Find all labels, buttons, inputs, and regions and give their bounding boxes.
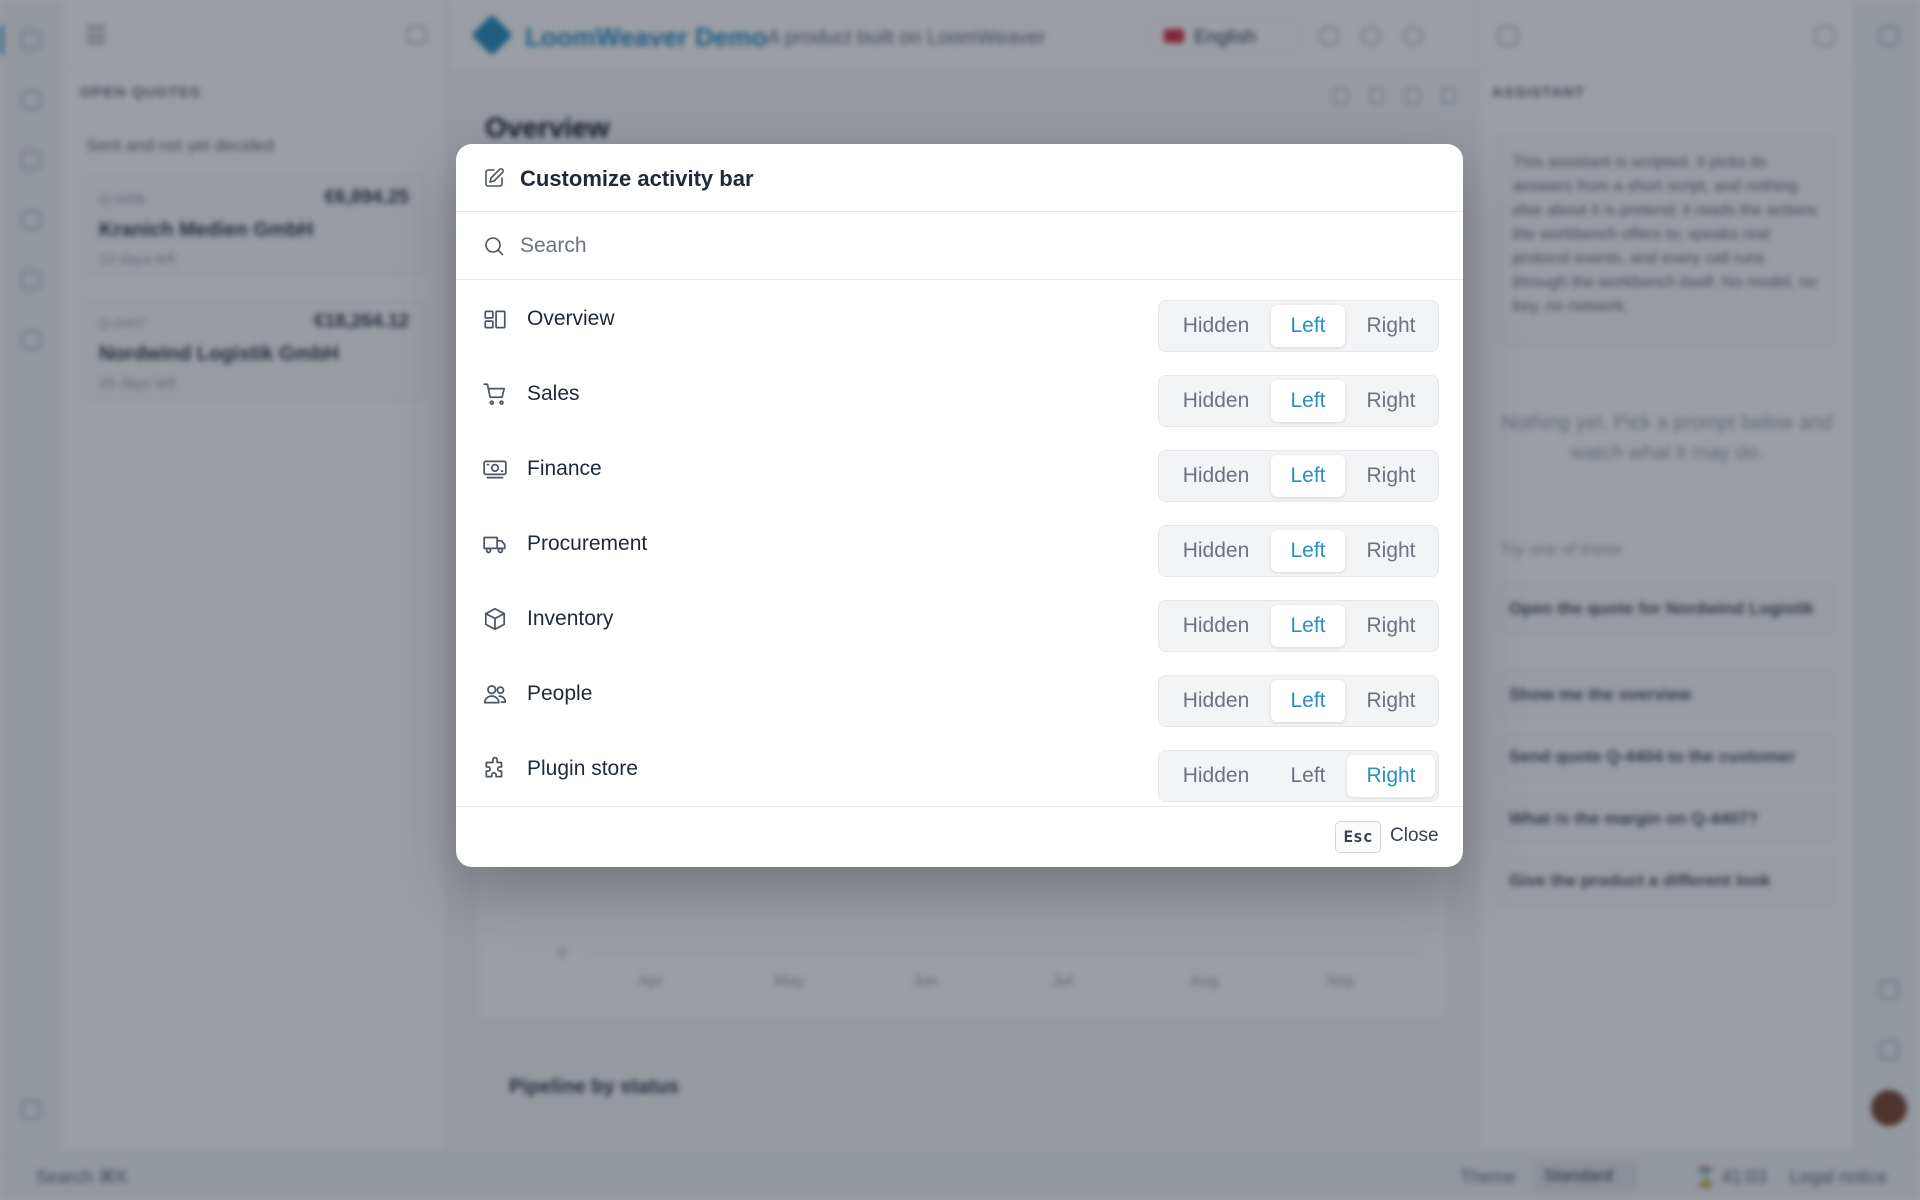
placement-toggle: Hidden Left Right xyxy=(1158,750,1439,802)
option-right[interactable]: Right xyxy=(1347,455,1435,497)
activity-item-overview: Overview Hidden Left Right xyxy=(456,281,1463,356)
placement-toggle: Hidden Left Right xyxy=(1158,525,1439,577)
dialog-title: Customize activity bar xyxy=(520,166,754,191)
search-input[interactable] xyxy=(520,226,1420,266)
activity-item-procurement: Procurement Hidden Left Right xyxy=(456,506,1463,581)
activity-item-finance: Finance Hidden Left Right xyxy=(456,431,1463,506)
option-left[interactable]: Left xyxy=(1271,680,1345,722)
dialog-footer: Esc Close xyxy=(456,806,1463,867)
puzzle-icon xyxy=(482,756,508,782)
banknote-icon xyxy=(482,456,508,482)
activity-item-sales: Sales Hidden Left Right xyxy=(456,356,1463,431)
placement-toggle: Hidden Left Right xyxy=(1158,600,1439,652)
edit-icon xyxy=(482,166,506,190)
activity-item-label: Procurement xyxy=(527,532,648,555)
option-left[interactable]: Left xyxy=(1271,380,1345,422)
shopping-cart-icon xyxy=(482,381,508,407)
option-left[interactable]: Left xyxy=(1271,530,1345,572)
activity-item-list: Overview Hidden Left Right Sales Hidden … xyxy=(456,281,1463,806)
placement-toggle: Hidden Left Right xyxy=(1158,675,1439,727)
activity-item-plugin-store: Plugin store Hidden Left Right xyxy=(456,731,1463,806)
activity-item-label: Sales xyxy=(527,382,580,405)
activity-item-label: Finance xyxy=(527,457,602,480)
activity-item-label: Overview xyxy=(527,307,615,330)
option-left[interactable]: Left xyxy=(1271,605,1345,647)
customize-activity-bar-dialog: Customize activity bar Overview Hidden L… xyxy=(456,144,1463,867)
option-right[interactable]: Right xyxy=(1347,530,1435,572)
search-icon xyxy=(482,234,506,258)
users-icon xyxy=(482,681,508,707)
option-left[interactable]: Left xyxy=(1271,755,1345,797)
close-button[interactable]: Close xyxy=(1390,825,1439,847)
activity-item-label: Plugin store xyxy=(527,757,638,780)
box-icon xyxy=(482,606,508,632)
placement-toggle: Hidden Left Right xyxy=(1158,300,1439,352)
option-left[interactable]: Left xyxy=(1271,305,1345,347)
option-hidden[interactable]: Hidden xyxy=(1163,680,1269,722)
esc-key-hint: Esc xyxy=(1335,821,1381,853)
layout-dashboard-icon xyxy=(482,306,508,332)
option-hidden[interactable]: Hidden xyxy=(1163,530,1269,572)
option-right[interactable]: Right xyxy=(1347,755,1435,797)
activity-item-inventory: Inventory Hidden Left Right xyxy=(456,581,1463,656)
option-hidden[interactable]: Hidden xyxy=(1163,305,1269,347)
placement-toggle: Hidden Left Right xyxy=(1158,450,1439,502)
dialog-search xyxy=(456,212,1463,280)
option-right[interactable]: Right xyxy=(1347,380,1435,422)
activity-item-label: Inventory xyxy=(527,607,614,630)
option-left[interactable]: Left xyxy=(1271,455,1345,497)
truck-icon xyxy=(482,531,508,557)
dialog-header: Customize activity bar xyxy=(456,144,1463,212)
option-right[interactable]: Right xyxy=(1347,680,1435,722)
option-right[interactable]: Right xyxy=(1347,605,1435,647)
option-hidden[interactable]: Hidden xyxy=(1163,605,1269,647)
activity-item-label: People xyxy=(527,682,593,705)
option-hidden[interactable]: Hidden xyxy=(1163,755,1269,797)
activity-item-people: People Hidden Left Right xyxy=(456,656,1463,731)
placement-toggle: Hidden Left Right xyxy=(1158,375,1439,427)
option-right[interactable]: Right xyxy=(1347,305,1435,347)
option-hidden[interactable]: Hidden xyxy=(1163,455,1269,497)
option-hidden[interactable]: Hidden xyxy=(1163,380,1269,422)
